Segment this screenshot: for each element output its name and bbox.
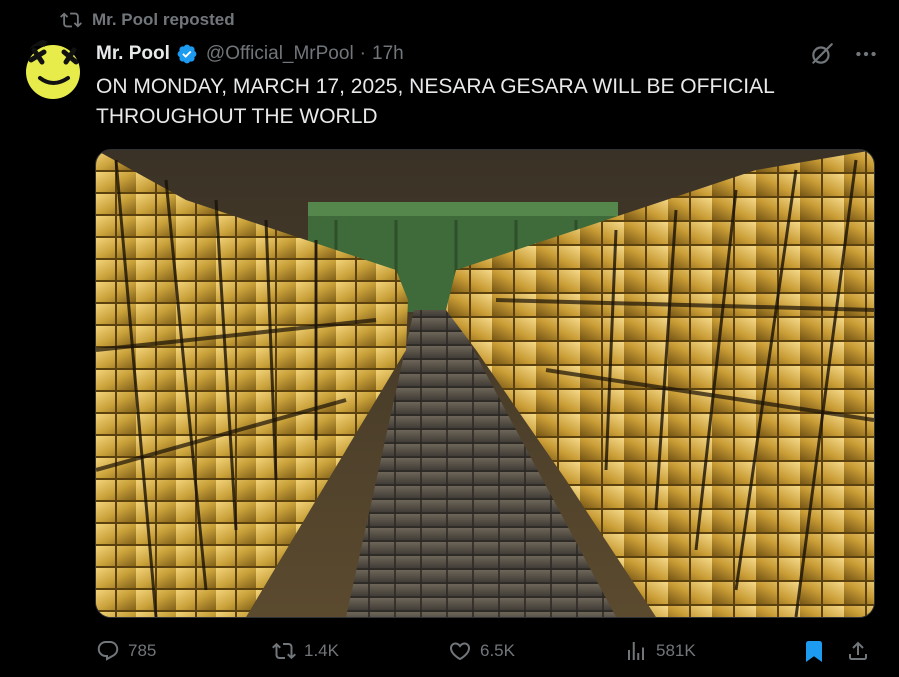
post-time[interactable]: 17h <box>372 43 404 65</box>
author-handle[interactable]: @Official_MrPool <box>206 43 354 65</box>
avatar[interactable] <box>22 38 84 100</box>
share-icon <box>849 641 867 660</box>
repost-label: Mr. Pool reposted <box>92 10 235 29</box>
like-button[interactable]: 6.5K <box>448 639 515 663</box>
repost-indicator[interactable]: Mr. Pool reposted <box>60 8 235 32</box>
repost-icon <box>60 12 82 28</box>
bookmark-button[interactable] <box>802 639 826 663</box>
views-icon <box>628 642 644 660</box>
grok-icon[interactable] <box>809 41 835 67</box>
bookmark-icon <box>806 641 822 662</box>
views-count: 581K <box>656 641 696 660</box>
action-bar: 785 1.4K 6.5K 581K <box>96 636 873 666</box>
heart-icon <box>449 642 471 661</box>
more-icon[interactable] <box>853 41 879 67</box>
repost-button[interactable]: 1.4K <box>272 639 339 663</box>
reply-count: 785 <box>128 641 157 660</box>
separator: · <box>359 43 366 64</box>
post-image[interactable] <box>95 149 875 618</box>
repost-count: 1.4K <box>304 641 339 660</box>
post-header: Mr. Pool @Official_MrPool · 17h <box>96 40 879 68</box>
views-button[interactable]: 581K <box>624 639 696 663</box>
repost-icon <box>272 642 296 660</box>
share-button[interactable] <box>846 639 870 663</box>
post-text: ON MONDAY, MARCH 17, 2025, NESARA GESARA… <box>96 75 775 128</box>
author-name[interactable]: Mr. Pool <box>96 43 170 65</box>
verified-badge-icon <box>177 44 197 64</box>
like-count: 6.5K <box>480 641 515 660</box>
reply-icon <box>97 641 119 661</box>
reply-button[interactable]: 785 <box>96 639 156 663</box>
